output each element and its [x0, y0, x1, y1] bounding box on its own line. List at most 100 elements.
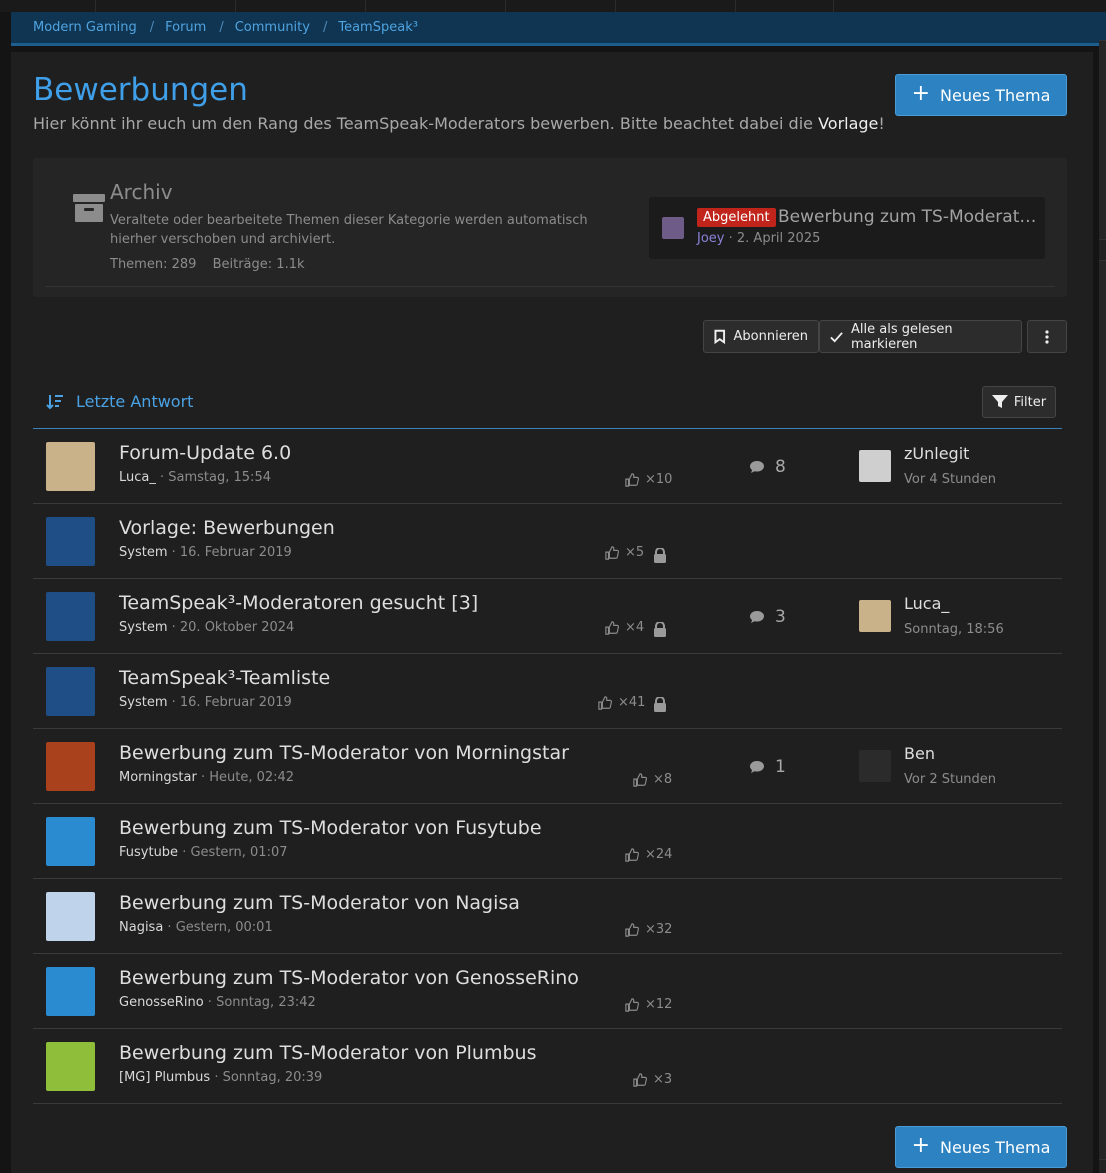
thumbs-up-icon: [625, 997, 639, 1012]
thread-title[interactable]: TeamSpeak³-Moderatoren gesucht [3]: [119, 592, 478, 614]
page-description-end: !: [878, 114, 885, 133]
thumbs-up-icon: [625, 922, 639, 937]
avatar[interactable]: [662, 217, 684, 239]
thread-row[interactable]: Bewerbung zum TS-Moderator von Plumbus [M…: [33, 1029, 1062, 1104]
thread-row[interactable]: Bewerbung zum TS-Moderator von Nagisa Nag…: [33, 879, 1062, 954]
breadcrumb-item-community[interactable]: Community: [235, 20, 310, 35]
avatar[interactable]: [46, 592, 95, 641]
last-poster-avatar[interactable]: [859, 450, 891, 482]
breadcrumb-item-forum[interactable]: Forum: [165, 20, 206, 35]
thread-title[interactable]: Forum-Update 6.0: [119, 442, 291, 464]
mark-read-button[interactable]: Alle als gelesen markieren: [819, 320, 1022, 353]
avatar[interactable]: [46, 817, 95, 866]
last-poster-name[interactable]: Ben: [904, 744, 935, 763]
new-thread-label: Neues Thema: [940, 85, 1051, 105]
thread-meta: Nagisa · Gestern, 00:01: [119, 920, 273, 935]
thread-title[interactable]: TeamSpeak³-Teamliste: [119, 667, 330, 689]
check-icon: [830, 331, 843, 343]
thread-title[interactable]: Bewerbung zum TS-Moderator von Morningst…: [119, 742, 569, 764]
thread-row[interactable]: Bewerbung zum TS-Moderator von Fusytube F…: [33, 804, 1062, 879]
thread-author[interactable]: Fusytube: [119, 845, 178, 860]
sort-descending-icon: [46, 394, 63, 409]
thread-title[interactable]: Vorlage: Bewerbungen: [119, 517, 335, 539]
thread-title[interactable]: Bewerbung zum TS-Moderator von Plumbus: [119, 1042, 536, 1064]
last-post-time[interactable]: Vor 2 Stunden: [904, 772, 996, 787]
thread-row[interactable]: TeamSpeak³-Teamliste System · 16. Februar…: [33, 654, 1062, 729]
thread-date[interactable]: Sonntag, 20:39: [223, 1070, 323, 1085]
thread-row[interactable]: Bewerbung zum TS-Moderator von GenosseRi…: [33, 954, 1062, 1029]
like-count-value: ×8: [653, 772, 673, 787]
avatar[interactable]: [46, 1042, 95, 1091]
thread-author[interactable]: Nagisa: [119, 920, 163, 935]
avatar[interactable]: [46, 892, 95, 941]
thread-row[interactable]: Vorlage: Bewerbungen System · 16. Februar…: [33, 504, 1062, 579]
thread-row[interactable]: Forum-Update 6.0 Luca_ · Samstag, 15:54 ×1…: [33, 429, 1062, 504]
last-poster-name[interactable]: zUnlegit: [904, 444, 969, 463]
thread-author[interactable]: System: [119, 695, 167, 710]
like-count: ×5: [605, 545, 644, 560]
thread-author[interactable]: Luca_: [119, 470, 156, 485]
like-count-value: ×41: [618, 695, 646, 710]
last-poster-avatar[interactable]: [859, 750, 891, 782]
avatar[interactable]: [46, 967, 95, 1016]
thread-date[interactable]: Gestern, 00:01: [176, 920, 273, 935]
like-count-value: ×12: [645, 997, 673, 1012]
last-post-user[interactable]: Joey: [697, 231, 724, 246]
archive-stats: Themen: 289 Beiträge: 1.1k: [110, 257, 317, 272]
archive-last-post[interactable]: Abgelehnt Bewerbung zum TS-Moderator von…: [649, 197, 1045, 259]
archive-title[interactable]: Archiv: [110, 180, 173, 204]
filter-button[interactable]: Filter: [982, 386, 1056, 418]
thread-title[interactable]: Bewerbung zum TS-Moderator von GenosseRi…: [119, 967, 579, 989]
thread-date[interactable]: Samstag, 15:54: [168, 470, 271, 485]
thread-author[interactable]: GenosseRino: [119, 995, 204, 1010]
thread-date[interactable]: 16. Februar 2019: [180, 695, 292, 710]
thread-author[interactable]: [MG] Plumbus: [119, 1070, 210, 1085]
subscribe-button[interactable]: Abonnieren: [703, 320, 819, 353]
breadcrumb-separator: /: [219, 20, 224, 35]
avatar[interactable]: [46, 667, 95, 716]
locked-indicator: [653, 547, 667, 563]
subscribe-label: Abonnieren: [733, 329, 808, 344]
last-post-date: 2. April 2025: [736, 231, 821, 246]
like-count: ×41: [598, 695, 645, 710]
new-thread-button[interactable]: + Neues Thema: [895, 74, 1067, 116]
last-post-time[interactable]: Vor 4 Stunden: [904, 472, 996, 487]
sort-toggle[interactable]: Letzte Antwort: [46, 392, 193, 411]
thread-author[interactable]: System: [119, 620, 167, 635]
more-options-button[interactable]: [1027, 320, 1067, 353]
breadcrumb-item-modern-gaming[interactable]: Modern Gaming: [33, 20, 137, 35]
thread-date[interactable]: Heute, 02:42: [209, 770, 294, 785]
thread-date[interactable]: Gestern, 01:07: [190, 845, 287, 860]
thread-title[interactable]: Bewerbung zum TS-Moderator von Fusytube: [119, 817, 542, 839]
thread-meta: Morningstar · Heute, 02:42: [119, 770, 295, 785]
thread-row[interactable]: TeamSpeak³-Moderatoren gesucht [3] System…: [33, 579, 1062, 654]
breadcrumb-separator: /: [322, 20, 328, 35]
new-thread-button-bottom[interactable]: + Neues Thema: [895, 1126, 1067, 1168]
last-poster-avatar[interactable]: [859, 600, 891, 632]
like-count-value: ×24: [645, 847, 673, 862]
thumbs-up-icon: [633, 772, 647, 787]
kebab-menu-icon: [1045, 329, 1049, 344]
like-count: ×12: [625, 997, 672, 1012]
avatar[interactable]: [46, 517, 95, 566]
breadcrumb-separator: /: [149, 20, 155, 35]
right-sidebar-segment: [1099, 260, 1106, 1160]
last-post-time[interactable]: Sonntag, 18:56: [904, 622, 1004, 637]
thread-author[interactable]: Morningstar: [119, 770, 197, 785]
thread-date[interactable]: 16. Februar 2019: [180, 545, 292, 560]
breadcrumb-item-teamspeak[interactable]: TeamSpeak³: [338, 20, 418, 35]
thread-author[interactable]: System: [119, 545, 167, 560]
locked-indicator: [653, 621, 667, 637]
last-poster-name[interactable]: Luca_: [904, 594, 949, 613]
thread-title[interactable]: Bewerbung zum TS-Moderator von Nagisa: [119, 892, 520, 914]
thread-date[interactable]: Sonntag, 23:42: [216, 995, 316, 1010]
thread-date[interactable]: 20. Oktober 2024: [180, 620, 294, 635]
thread-row[interactable]: Bewerbung zum TS-Moderator von Morningst…: [33, 729, 1062, 804]
template-link[interactable]: Vorlage: [818, 114, 878, 133]
last-post-title[interactable]: Bewerbung zum TS-Moderator von Joey: [778, 207, 1040, 227]
avatar[interactable]: [46, 742, 95, 791]
like-count: ×8: [633, 772, 672, 787]
plus-icon: +: [911, 81, 931, 106]
avatar[interactable]: [46, 442, 95, 491]
page-description-text: Hier könnt ihr euch um den Rang des Team…: [33, 114, 819, 133]
